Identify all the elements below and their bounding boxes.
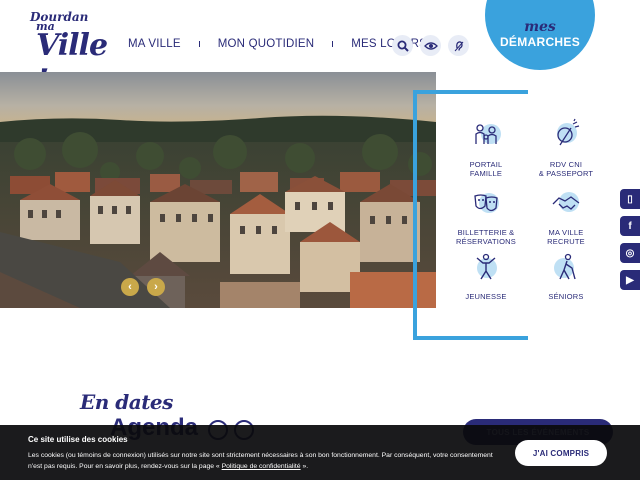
service-ma-ville-recrute[interactable]: MA VILLE RECRUTE <box>525 186 607 246</box>
cookie-text-end: ». <box>302 463 309 470</box>
privacy-policy-link[interactable]: Politique de confidentialité <box>222 463 301 470</box>
chevron-left-icon: ‹ <box>128 281 132 293</box>
phone-icon: ▯ <box>627 193 633 205</box>
youtube-icon: ▶ <box>626 274 634 286</box>
service-label: PORTAIL <box>469 160 503 169</box>
nav-separator <box>198 41 200 47</box>
instagram-link[interactable]: ◎ <box>620 243 640 263</box>
service-label: JEUNESSE <box>465 292 507 301</box>
service-label: RECRUTE <box>547 237 585 246</box>
service-label: FAMILLE <box>469 169 503 178</box>
demarches-kicker: mes <box>524 19 556 35</box>
service-seniors[interactable]: SÉNIORS <box>525 250 607 301</box>
service-label: SÉNIORS <box>548 292 584 301</box>
facebook-link[interactable]: f <box>620 216 640 236</box>
site-logo[interactable]: Dourdan ma Ville ! <box>26 8 108 98</box>
visual-accessibility-button[interactable] <box>420 35 441 56</box>
service-label: RÉSERVATIONS <box>456 237 516 246</box>
main-nav: MA VILLE MON QUOTIDIEN MES LOISIRS <box>128 38 427 50</box>
hero-prev-button[interactable]: ‹ <box>121 278 139 296</box>
hero-town-photo <box>0 72 436 308</box>
services-grid: PORTAIL FAMILLE RDV CNI & PASSEPORT BILL… <box>445 110 610 310</box>
search-icon <box>397 40 409 52</box>
nav-mon-quotidien[interactable]: MON QUOTIDIEN <box>218 38 315 50</box>
cookie-accept-button[interactable]: J'AI COMPRIS <box>515 440 607 466</box>
cookie-title: Ce site utilise des cookies <box>28 435 128 444</box>
demarches-label: DÉMARCHES <box>499 35 581 49</box>
hero-slider: ‹ › <box>0 72 436 308</box>
chevron-right-icon: › <box>154 281 158 293</box>
service-label: RDV CNI <box>549 160 583 169</box>
theater-masks-icon <box>467 186 505 224</box>
agenda-kicker: En dates <box>80 390 173 414</box>
service-jeunesse[interactable]: JEUNESSE <box>445 250 527 301</box>
mes-demarches-button[interactable]: mes DÉMARCHES <box>485 0 595 70</box>
service-label: MA VILLE <box>548 228 584 237</box>
instagram-icon: ◎ <box>625 247 635 259</box>
senior-cane-icon <box>547 250 585 288</box>
service-billetterie[interactable]: BILLETTERIE & RÉSERVATIONS <box>445 186 527 246</box>
hearing-accessibility-button[interactable] <box>448 35 469 56</box>
jumping-person-icon <box>467 250 505 288</box>
nav-mes-loisirs[interactable]: MES LOISIRS <box>351 38 427 50</box>
nav-separator <box>332 41 334 47</box>
family-icon <box>467 118 505 156</box>
nav-ma-ville[interactable]: MA VILLE <box>128 38 181 50</box>
service-rdv-cni-passeport[interactable]: RDV CNI & PASSEPORT <box>525 118 607 178</box>
facebook-icon: f <box>628 220 632 232</box>
ear-icon <box>454 40 463 51</box>
handshake-icon <box>547 186 585 224</box>
site-header: Dourdan ma Ville ! MA VILLE MON QUOTIDIE… <box>0 0 640 98</box>
passport-icon <box>547 118 585 156</box>
service-label: BILLETTERIE & <box>457 228 515 237</box>
eye-icon <box>423 41 438 50</box>
youtube-link[interactable]: ▶ <box>620 270 640 290</box>
service-label: & PASSEPORT <box>538 169 594 178</box>
phone-link[interactable]: ▯ <box>620 189 640 209</box>
cookie-text: Les cookies (ou témoins de connexion) ut… <box>28 450 508 472</box>
hero-next-button[interactable]: › <box>147 278 165 296</box>
service-portail-famille[interactable]: PORTAIL FAMILLE <box>445 118 527 178</box>
search-button[interactable] <box>392 35 413 56</box>
